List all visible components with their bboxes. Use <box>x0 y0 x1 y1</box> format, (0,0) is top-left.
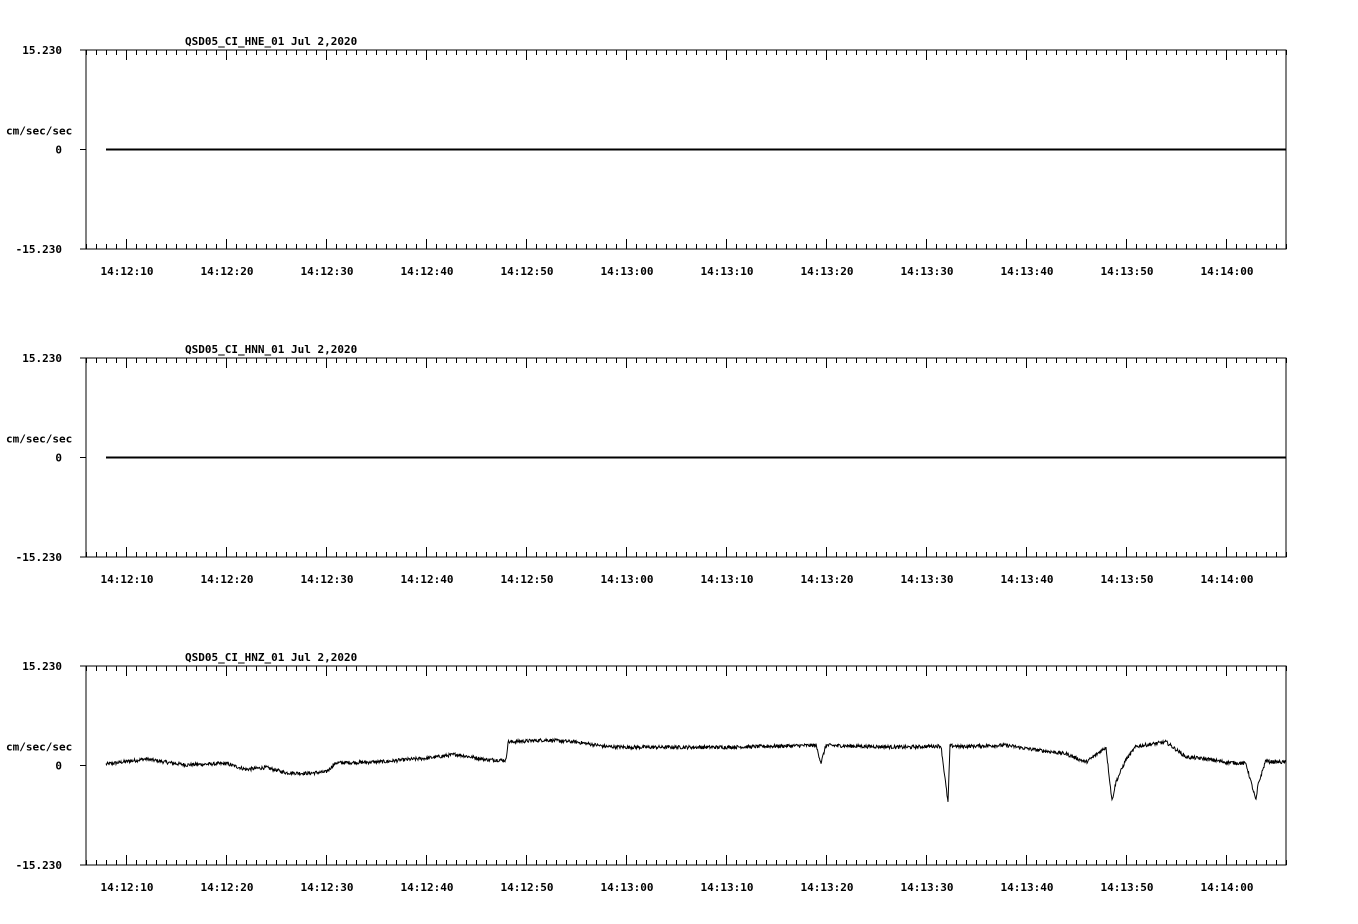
y-tick-label: -15.230 <box>16 859 62 872</box>
y-tick-label: -15.230 <box>16 551 62 564</box>
x-tick-label: 14:13:10 <box>701 881 754 894</box>
x-tick-label: 14:13:40 <box>1001 881 1054 894</box>
series-line-1 <box>105 737 1287 802</box>
chart-panel-2: QSD05_CI_HNN_01 Jul 2,2020 15.230 0 -15.230… <box>6 343 1287 586</box>
x-tick-label: 14:13:40 <box>1001 573 1054 586</box>
y-tick-label: -15.230 <box>16 243 62 256</box>
x-tick-label: 14:12:10 <box>101 881 154 894</box>
x-tick-label: 14:13:40 <box>1001 265 1054 278</box>
x-tick-label: 14:12:20 <box>201 573 254 586</box>
x-tick-label: 14:13:00 <box>601 573 654 586</box>
y-axis-label: cm/sec/sec <box>6 125 72 138</box>
chart-title: QSD05_CI_HNN_01 Jul 2,2020 <box>185 343 357 356</box>
x-tick-label: 14:12:40 <box>401 881 454 894</box>
y-axis-label: cm/sec/sec <box>6 433 72 446</box>
x-tick-label: 14:13:50 <box>1101 881 1154 894</box>
y-tick-label: 15.230 <box>22 660 62 673</box>
x-tick-label: 14:12:30 <box>301 265 354 278</box>
x-tick-label: 14:12:20 <box>201 265 254 278</box>
x-tick-label: 14:13:30 <box>901 573 954 586</box>
x-tick-label: 14:12:20 <box>201 881 254 894</box>
x-tick-label: 14:12:50 <box>501 265 554 278</box>
x-tick-label: 14:13:00 <box>601 265 654 278</box>
x-tick-label: 14:13:00 <box>601 881 654 894</box>
x-tick-label: 14:13:50 <box>1101 265 1154 278</box>
x-tick-label: 14:13:10 <box>701 573 754 586</box>
x-tick-label: 14:12:10 <box>101 265 154 278</box>
x-tick-label: 14:14:00 <box>1201 573 1254 586</box>
x-tick-label: 14:13:10 <box>701 265 754 278</box>
x-tick-label: 14:12:50 <box>501 573 554 586</box>
x-tick-label: 14:12:30 <box>301 573 354 586</box>
x-tick-label: 14:12:40 <box>401 265 454 278</box>
x-tick-label: 14:13:20 <box>801 265 854 278</box>
y-tick-label: 0 <box>55 144 62 157</box>
y-tick-label: 0 <box>55 760 62 773</box>
x-tick-label: 14:12:40 <box>401 573 454 586</box>
chart-title: QSD05_CI_HNE_01 Jul 2,2020 <box>185 35 357 48</box>
y-tick-label: 0 <box>55 452 62 465</box>
x-tick-label: 14:13:20 <box>801 881 854 894</box>
x-tick-label: 14:13:30 <box>901 265 954 278</box>
x-tick-label: 14:13:30 <box>901 881 954 894</box>
x-tick-label: 14:14:00 <box>1201 265 1254 278</box>
x-tick-label: 14:13:50 <box>1101 573 1154 586</box>
chart-title: QSD05_CI_HNZ_01 Jul 2,2020 <box>185 651 357 664</box>
y-axis-label: cm/sec/sec <box>6 741 72 754</box>
chart-panel-1: QSD05_CI_HNE_01 Jul 2,2020 15.230 0 -15.230… <box>6 35 1287 278</box>
seismogram-plots: QSD05_CI_HNE_01 Jul 2,2020 15.230 0 -15.230… <box>6 35 1287 894</box>
x-tick-label: 14:12:50 <box>501 881 554 894</box>
x-tick-label: 14:14:00 <box>1201 881 1254 894</box>
y-tick-label: 15.230 <box>22 352 62 365</box>
y-tick-label: 15.230 <box>22 44 62 57</box>
x-tick-label: 14:13:20 <box>801 573 854 586</box>
x-tick-label: 14:12:10 <box>101 573 154 586</box>
chart-panel-3: QSD05_CI_HNZ_01 Jul 2,2020 15.230 0 -15.230… <box>6 651 1287 894</box>
x-tick-label: 14:12:30 <box>301 881 354 894</box>
